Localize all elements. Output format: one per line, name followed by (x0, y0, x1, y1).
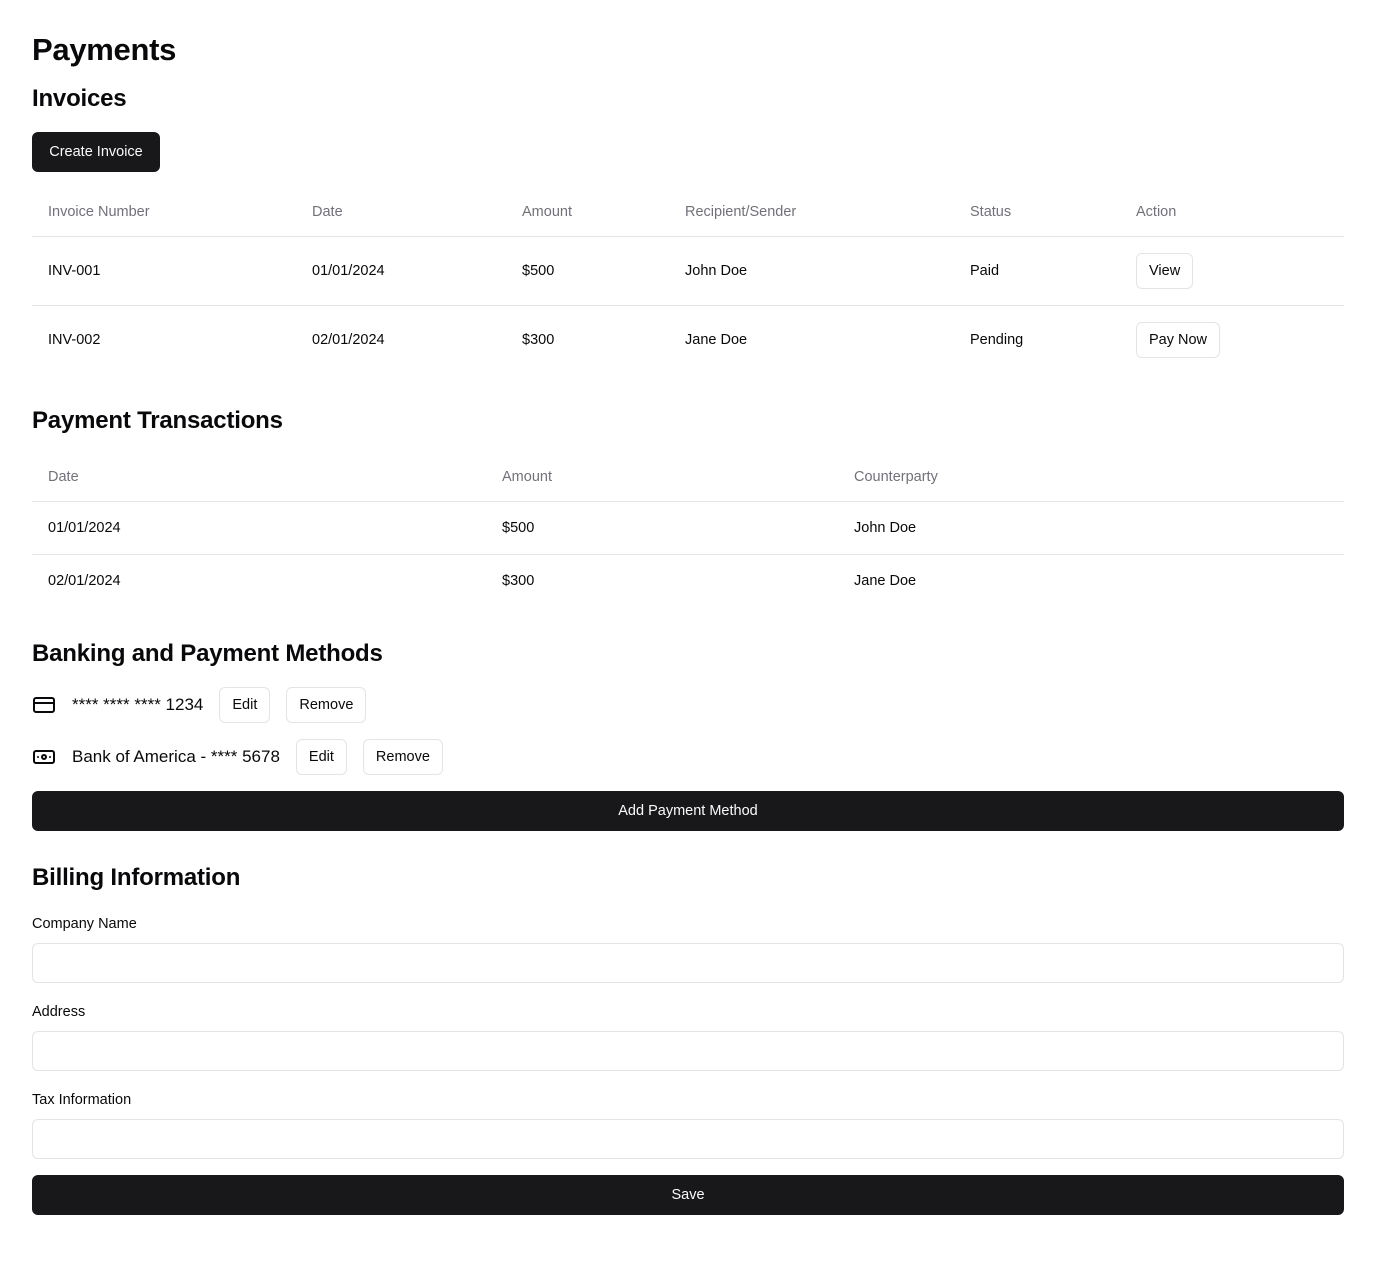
invoice-number: INV-001 (48, 262, 101, 279)
payment-method-label: **** **** **** 1234 (72, 695, 204, 714)
add-payment-method-button[interactable]: Add Payment Method (32, 791, 1344, 831)
column-header-recipient-sender: Recipient/Sender (685, 203, 797, 220)
payment-method-label: Bank of America - **** 5678 (72, 747, 280, 766)
column-header-status: Status (970, 203, 1012, 220)
transaction-date: 01/01/2024 (48, 519, 121, 536)
page-title: Payments (32, 32, 177, 67)
invoice-party: Jane Doe (685, 331, 748, 348)
invoice-status: Pending (970, 331, 1024, 348)
save-button[interactable]: Save (32, 1175, 1344, 1215)
invoice-party: John Doe (685, 262, 748, 279)
company-name-label: Company Name (32, 916, 137, 932)
transactions-header-row: Date Amount Counterparty (32, 453, 1344, 501)
invoice-number: INV-002 (48, 331, 101, 348)
invoice-amount: $300 (522, 331, 555, 348)
payment-method-bank: Bank of America - **** 5678 Edit Remove (32, 739, 459, 775)
address-label: Address (32, 1004, 86, 1020)
column-header-date: Date (48, 468, 79, 485)
payment-method-card: **** **** **** 1234 Edit Remove (32, 687, 382, 723)
transaction-counterparty: Jane Doe (854, 572, 917, 589)
tax-information-label: Tax Information (32, 1092, 132, 1108)
transactions-heading: Payment Transactions (32, 407, 283, 434)
payment-methods-heading: Banking and Payment Methods (32, 640, 383, 667)
credit-card-icon (32, 693, 56, 717)
transaction-amount: $300 (502, 572, 535, 589)
transaction-counterparty: John Doe (854, 519, 917, 536)
invoice-row: INV-002 02/01/2024 $300 Jane Doe Pending… (32, 305, 1344, 374)
transaction-amount: $500 (502, 519, 535, 536)
edit-method-button[interactable]: Edit (295, 739, 347, 775)
invoice-date: 02/01/2024 (312, 331, 385, 348)
company-name-input[interactable] (32, 943, 1344, 983)
view-invoice-button[interactable]: View (1136, 252, 1194, 289)
column-header-amount: Amount (502, 468, 552, 485)
column-header-amount: Amount (522, 203, 572, 220)
invoices-heading: Invoices (32, 85, 127, 112)
column-header-date: Date (312, 203, 343, 220)
invoices-header-row: Invoice Number Date Amount Recipient/Sen… (32, 188, 1344, 236)
transaction-row: 01/01/2024 $500 John Doe (32, 501, 1344, 554)
transactions-table: Date Amount Counterparty 01/01/2024 $500… (32, 453, 1344, 607)
column-header-counterparty: Counterparty (854, 468, 938, 485)
column-header-action: Action (1136, 203, 1177, 220)
billing-heading: Billing Information (32, 864, 241, 891)
column-header-invoice-number: Invoice Number (48, 203, 150, 220)
create-invoice-button[interactable]: Create Invoice (32, 132, 160, 172)
transaction-date: 02/01/2024 (48, 572, 121, 589)
invoice-action-cell: View (1120, 236, 1344, 305)
remove-method-button[interactable]: Remove (286, 687, 367, 723)
invoice-action-cell: Pay Now (1120, 305, 1344, 374)
remove-method-button[interactable]: Remove (362, 739, 443, 775)
address-input[interactable] (32, 1031, 1344, 1071)
banknote-icon (32, 745, 56, 769)
invoice-amount: $500 (522, 262, 555, 279)
invoice-row: INV-001 01/01/2024 $500 John Doe Paid Vi… (32, 236, 1344, 305)
transaction-row: 02/01/2024 $300 Jane Doe (32, 554, 1344, 607)
edit-method-button[interactable]: Edit (219, 687, 271, 723)
invoices-table: Invoice Number Date Amount Recipient/Sen… (32, 188, 1344, 374)
tax-information-input[interactable] (32, 1119, 1344, 1159)
invoice-date: 01/01/2024 (312, 262, 385, 279)
pay-now-button[interactable]: Pay Now (1136, 321, 1221, 358)
invoice-status: Paid (970, 262, 1000, 279)
